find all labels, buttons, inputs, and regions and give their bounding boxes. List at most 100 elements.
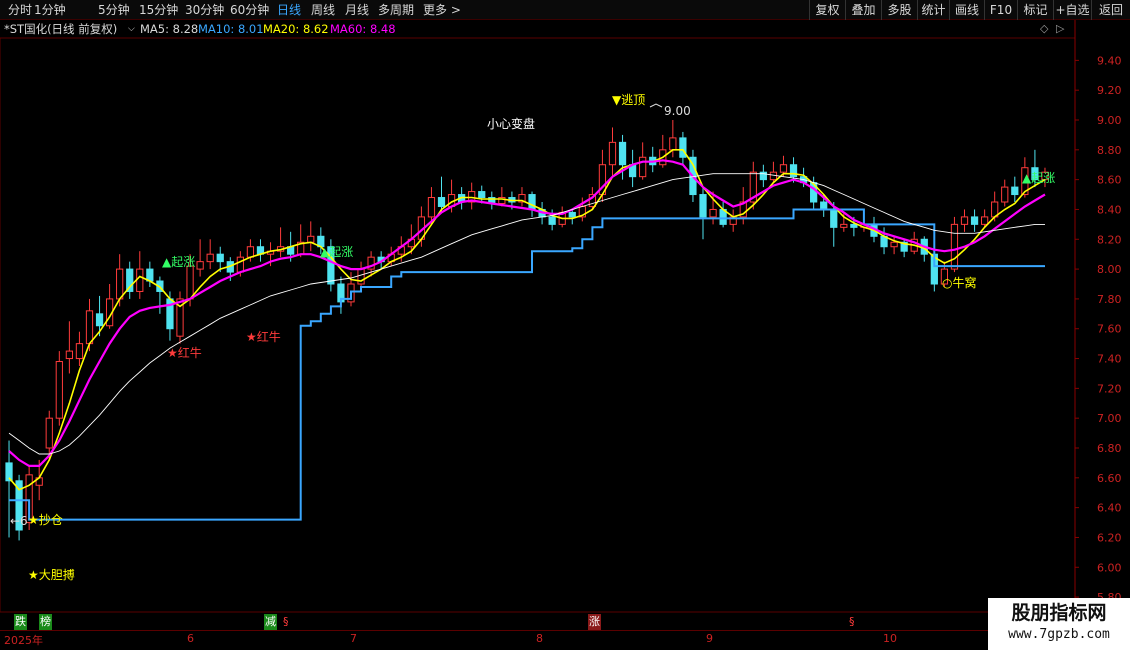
candle-up	[669, 137, 677, 151]
price-label: 6.60	[1097, 472, 1122, 485]
price-label: 9.20	[1097, 84, 1122, 97]
candle-down	[699, 194, 707, 218]
bottom-fish-signal: ★抄仓	[28, 513, 63, 527]
chevron-down-icon[interactable]: ⌵	[128, 20, 135, 38]
price-label: 8.00	[1097, 263, 1122, 276]
price-label: 6.00	[1097, 561, 1122, 574]
candle-down	[216, 253, 224, 263]
candle-down	[528, 194, 536, 210]
price-label: 8.20	[1097, 233, 1122, 246]
candle-up	[75, 343, 84, 360]
series-ma60-line	[8, 173, 1045, 455]
caution-label: 小心变盘	[487, 116, 535, 131]
signal-section-1: §	[283, 615, 289, 628]
candle-up	[950, 223, 959, 270]
price-label: 6.20	[1097, 531, 1122, 544]
date-label-jun: 6	[187, 632, 194, 645]
price-label: 9.40	[1097, 54, 1122, 67]
candle-up	[85, 310, 94, 345]
price-label: 6.40	[1097, 502, 1122, 515]
plot-frame	[0, 37, 1076, 613]
start-rise-signal: ▲起涨	[320, 244, 353, 259]
candle-down	[548, 216, 556, 225]
candle-down	[618, 141, 627, 166]
candle-up	[890, 241, 898, 248]
candle-up	[1001, 186, 1009, 203]
candle-up	[206, 253, 214, 263]
signal-section-2: §	[849, 615, 855, 628]
price-label: 7.40	[1097, 353, 1122, 366]
candle-up	[65, 350, 73, 360]
price-label: 9.00	[1097, 114, 1122, 127]
candle-down	[970, 216, 979, 225]
date-label-aug: 8	[536, 632, 543, 645]
watermark-logo: 股朋指标网 www.7gpzb.com	[988, 598, 1130, 650]
candle-up	[236, 256, 244, 273]
ma60-value: MA60: 8.48	[330, 22, 396, 36]
signal-reduce: 减	[264, 614, 277, 630]
diamond-icon[interactable]: ◇	[1040, 20, 1048, 38]
candle-up	[55, 361, 63, 419]
candle-up	[960, 216, 969, 225]
candle-up	[608, 141, 617, 166]
bull-nest-signal: ○牛窝	[942, 275, 976, 290]
signal-rank: 榜	[39, 614, 52, 630]
date-label-jul: 7	[350, 632, 357, 645]
date-label-sep: 9	[706, 632, 713, 645]
candle-down	[850, 223, 858, 228]
low-price-marker: ←6	[10, 514, 28, 528]
bold-bet-signal: ★大胆搏	[28, 568, 75, 582]
play-icon[interactable]: ▷	[1056, 20, 1064, 38]
series-ma20-line	[8, 159, 1046, 467]
candle-up	[116, 268, 124, 300]
candle-up	[779, 164, 788, 173]
start-rise-signal: ▲起涨	[162, 254, 195, 269]
candle-up	[427, 197, 436, 218]
ma20-value: MA20: 8.62	[263, 22, 329, 36]
price-label: 7.20	[1097, 382, 1122, 395]
candle-down	[820, 201, 828, 210]
candle-up	[45, 417, 53, 449]
red-bull-signal: ★红牛	[167, 345, 202, 360]
price-label: 7.80	[1097, 293, 1122, 306]
high-price-pointer	[649, 103, 663, 108]
price-label: 6.80	[1097, 442, 1122, 455]
price-label: 7.00	[1097, 412, 1122, 425]
candle-up	[307, 235, 315, 243]
watermark-url: www.7gpzb.com	[1008, 627, 1110, 642]
signal-fall: 跌	[14, 614, 27, 630]
candlestick-chart[interactable]: 9.40 9.20 9.00 8.80 8.60 8.40 8.20 8.00 7.80 7.60…	[0, 0, 1130, 614]
candle-up	[196, 261, 204, 270]
candle-up	[709, 208, 717, 218]
price-label: 8.60	[1097, 174, 1122, 187]
candle-down	[437, 197, 446, 207]
candle-down	[789, 164, 798, 178]
stock-chart-app: 分时 1分钟 5分钟 15分钟 30分钟 60分钟 日线 周线 月线 多周期 更…	[0, 0, 1130, 650]
price-label: 7.60	[1097, 323, 1122, 336]
date-axis: 2025年 6 7 8 9 10	[0, 630, 1075, 650]
candle-down	[568, 211, 576, 218]
indicator-info-line: *ST国化(日线 前复权) ⌵ MA5: 8.28 MA10: 8.01 MA2…	[0, 20, 1075, 38]
red-bull-signal: ★红牛	[246, 329, 281, 344]
stock-title[interactable]: *ST国化(日线 前复权)	[4, 20, 117, 38]
signal-strip: 跌 榜 减 § 涨 §	[0, 614, 1075, 630]
watermark-title: 股朋指标网	[1011, 602, 1107, 624]
candle-down	[1011, 186, 1019, 196]
candle-down	[95, 313, 104, 327]
candle-up	[136, 268, 144, 292]
candle-up	[639, 156, 647, 178]
date-label-2025: 2025年	[4, 634, 43, 647]
series-ma5-line	[8, 149, 1046, 491]
candle-up	[981, 216, 989, 225]
date-label-oct: 10	[883, 632, 897, 645]
price-label: 8.80	[1097, 144, 1122, 157]
escape-top-signal: ▼逃顶	[612, 93, 645, 107]
ma5-value: MA5: 8.28	[140, 22, 199, 36]
signal-rise: 涨	[588, 614, 601, 630]
ma10-value: MA10: 8.01	[198, 22, 264, 36]
candle-up	[246, 246, 255, 258]
candle-down	[830, 208, 838, 228]
candle-up	[186, 265, 194, 300]
high-price-marker: 9.00	[664, 104, 691, 118]
price-label: 8.40	[1097, 203, 1122, 216]
